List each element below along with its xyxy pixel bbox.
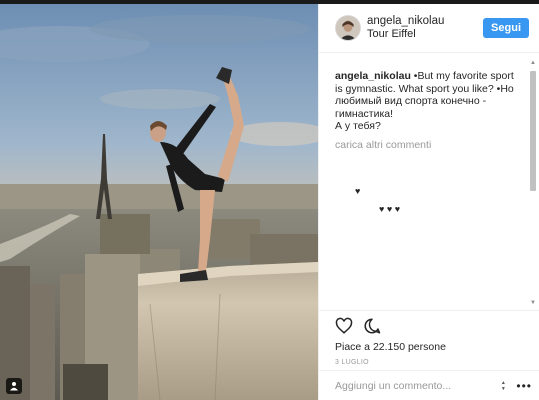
more-dots-icon[interactable]: ••• <box>516 380 532 392</box>
comment-bubble-icon[interactable] <box>363 317 381 335</box>
post-photo[interactable] <box>0 4 318 400</box>
input-spinner-icon[interactable]: ▲ ▼ <box>498 379 508 393</box>
username-link[interactable]: angela_nikolau <box>367 15 483 28</box>
caption: angela_nikolau •But my favorite sport is… <box>335 70 521 133</box>
header-text: angela_nikolau Tour Eiffel <box>367 15 483 41</box>
post-actions: Piace a 22.150 persone 3 LUGLIO <box>319 310 539 366</box>
scroll-down-arrow[interactable]: ▼ <box>529 299 537 307</box>
likes-count[interactable]: Piace a 22.150 persone <box>335 341 524 353</box>
caption-emoji-single: ♥ <box>355 186 361 196</box>
person-tag-icon <box>10 382 18 391</box>
comments-section: angela_nikolau •But my favorite sport is… <box>319 54 527 309</box>
scroll-thumb[interactable] <box>530 71 536 191</box>
comment-input[interactable] <box>335 375 499 396</box>
caption-line-2: А у тебя? <box>335 120 381 132</box>
caption-emoji-triple: ♥ ♥ ♥ <box>379 204 401 214</box>
avatar-image <box>336 16 360 40</box>
photo-illustration <box>0 4 318 400</box>
location-link[interactable]: Tour Eiffel <box>367 28 483 41</box>
load-more-comments-link[interactable]: carica altri commenti <box>335 139 521 151</box>
heart-outline-icon[interactable] <box>335 317 353 335</box>
post-header: angela_nikolau Tour Eiffel Segui <box>319 4 539 53</box>
scroll-up-arrow[interactable]: ▲ <box>529 59 537 67</box>
action-icons-row <box>335 311 524 341</box>
post-date[interactable]: 3 LUGLIO <box>335 359 524 366</box>
tag-people-button[interactable] <box>6 378 22 394</box>
post-side-panel: angela_nikolau Tour Eiffel Segui angela_… <box>318 4 539 400</box>
caption-username[interactable]: angela_nikolau <box>335 70 411 82</box>
add-comment-bar: ▲▼ ••• <box>319 370 539 400</box>
comments-scrollbar[interactable]: ▲ ▼ <box>529 59 537 307</box>
post-view: angela_nikolau Tour Eiffel Segui angela_… <box>0 4 539 400</box>
follow-button[interactable]: Segui <box>483 18 529 38</box>
avatar[interactable] <box>335 15 361 41</box>
